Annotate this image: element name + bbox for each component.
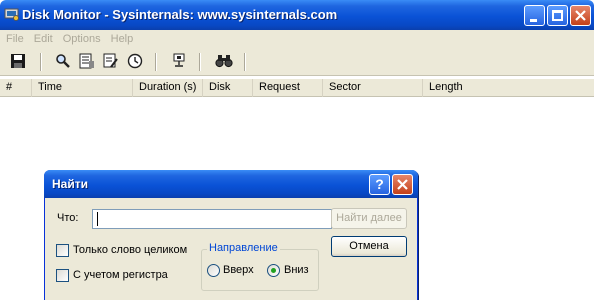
find-next-button[interactable]: Найти далее bbox=[331, 208, 407, 229]
text-caret bbox=[97, 212, 98, 226]
match-case-label[interactable]: С учетом регистра bbox=[73, 269, 168, 281]
direction-down-label[interactable]: Вниз bbox=[284, 264, 309, 276]
highlight-icon[interactable] bbox=[103, 53, 121, 71]
column-header-number[interactable]: # bbox=[0, 79, 32, 97]
column-header-sector[interactable]: Sector bbox=[323, 79, 423, 97]
direction-legend: Направление bbox=[207, 242, 280, 254]
whole-word-label[interactable]: Только слово целиком bbox=[73, 244, 187, 256]
column-header-time[interactable]: Time bbox=[32, 79, 133, 97]
find-icon[interactable] bbox=[215, 53, 233, 71]
maximize-icon bbox=[552, 10, 563, 21]
toolbar-separator bbox=[199, 53, 201, 71]
radio-selected-dot bbox=[271, 268, 276, 273]
maximize-button[interactable] bbox=[547, 5, 568, 26]
whole-word-checkbox[interactable] bbox=[56, 244, 69, 257]
column-header-length[interactable]: Length bbox=[423, 79, 594, 97]
column-header-request[interactable]: Request bbox=[253, 79, 323, 97]
toolbar-separator bbox=[40, 53, 42, 71]
direction-group: Направление Вверх Вниз bbox=[201, 242, 319, 291]
find-dialog: Найти ? Что: Найти далее Отмена Только с… bbox=[44, 170, 418, 300]
close-button[interactable] bbox=[570, 5, 591, 26]
close-icon bbox=[397, 179, 408, 190]
direction-down-radio[interactable] bbox=[267, 264, 280, 277]
minimize-button[interactable] bbox=[524, 5, 545, 26]
cancel-button[interactable]: Отмена bbox=[331, 236, 407, 257]
window-title: Disk Monitor - Sysinternals: www.sysinte… bbox=[22, 7, 338, 22]
toolbar-separator bbox=[155, 53, 157, 71]
match-case-checkbox[interactable] bbox=[56, 269, 69, 282]
menu-edit[interactable]: Edit bbox=[29, 33, 58, 45]
column-header-disk[interactable]: Disk bbox=[203, 79, 253, 97]
clock-icon[interactable] bbox=[127, 53, 145, 71]
search-icon[interactable] bbox=[55, 53, 73, 71]
find-dialog-title-bar[interactable]: Найти ? bbox=[44, 170, 418, 198]
help-icon: ? bbox=[375, 176, 384, 192]
disk-monitor-app-icon bbox=[4, 7, 20, 21]
list-header: # Time Duration (s) Disk Request Sector … bbox=[0, 79, 594, 97]
find-what-label: Что: bbox=[57, 212, 79, 224]
menu-options[interactable]: Options bbox=[58, 33, 106, 45]
menu-file[interactable]: File bbox=[3, 33, 29, 45]
find-dialog-title: Найти bbox=[52, 177, 88, 191]
title-bar[interactable]: Disk Monitor - Sysinternals: www.sysinte… bbox=[0, 0, 594, 30]
menu-bar: File Edit Options Help bbox=[0, 30, 594, 48]
network-icon[interactable] bbox=[171, 53, 189, 71]
minimize-icon bbox=[530, 19, 537, 22]
toolbar-separator bbox=[244, 53, 246, 71]
direction-up-label[interactable]: Вверх bbox=[223, 264, 254, 276]
toolbar bbox=[0, 48, 594, 76]
help-button[interactable]: ? bbox=[369, 174, 390, 195]
direction-up-radio[interactable] bbox=[207, 264, 220, 277]
dialog-close-button[interactable] bbox=[392, 174, 413, 195]
save-icon[interactable] bbox=[10, 53, 28, 71]
find-what-input[interactable] bbox=[92, 209, 332, 229]
column-header-duration[interactable]: Duration (s) bbox=[133, 79, 203, 97]
close-icon bbox=[575, 10, 586, 21]
filter-icon[interactable] bbox=[79, 53, 97, 71]
menu-help[interactable]: Help bbox=[106, 33, 139, 45]
